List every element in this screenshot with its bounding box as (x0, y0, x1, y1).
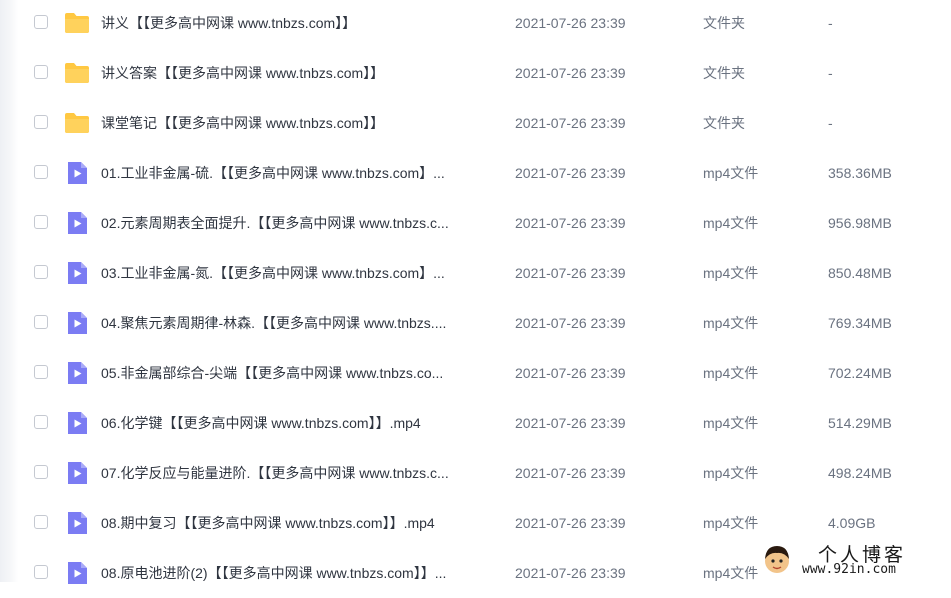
row-checkbox[interactable] (34, 565, 48, 579)
folder-icon (64, 10, 90, 36)
file-date: 2021-07-26 23:39 (515, 65, 626, 81)
video-file-icon (64, 410, 90, 436)
video-file-icon (64, 510, 90, 536)
file-row[interactable]: 讲义答案【【更多高中网课 www.tnbzs.com】】 2021-07-26 … (0, 48, 951, 98)
watermark-url: www.92in.com (802, 562, 896, 577)
file-type: 文件夹 (703, 15, 745, 31)
row-checkbox[interactable] (34, 515, 48, 529)
file-name[interactable]: 04.聚焦元素周期律-林森.【【更多高中网课 www.tnbzs.... (101, 313, 493, 333)
file-name[interactable]: 08.原电池进阶(2)【【更多高中网课 www.tnbzs.com】】... (101, 563, 493, 583)
file-size: 358.36MB (828, 165, 892, 181)
file-type: mp4文件 (703, 165, 759, 181)
file-date: 2021-07-26 23:39 (515, 465, 626, 481)
row-checkbox[interactable] (34, 115, 48, 129)
file-size: - (828, 115, 833, 131)
row-checkbox[interactable] (34, 65, 48, 79)
file-size: 498.24MB (828, 465, 892, 481)
file-row[interactable]: 01.工业非金属-硫.【【更多高中网课 www.tnbzs.com】... 20… (0, 148, 951, 198)
file-name[interactable]: 02.元素周期表全面提升.【【更多高中网课 www.tnbzs.c... (101, 213, 493, 233)
file-name[interactable]: 课堂笔记【【更多高中网课 www.tnbzs.com】】 (101, 113, 493, 133)
folder-icon (64, 110, 90, 136)
video-file-icon (64, 160, 90, 186)
file-row[interactable]: 讲义【【更多高中网课 www.tnbzs.com】】 2021-07-26 23… (0, 0, 951, 48)
file-size: - (828, 15, 833, 31)
file-row[interactable]: 06.化学键【【更多高中网课 www.tnbzs.com】】.mp4 2021-… (0, 398, 951, 448)
file-type: mp4文件 (703, 515, 759, 531)
file-name[interactable]: 05.非金属部综合-尖端【【更多高中网课 www.tnbzs.co... (101, 363, 493, 383)
file-type: mp4文件 (703, 315, 759, 331)
file-size: 850.48MB (828, 265, 892, 281)
watermark: 个人博客 www.92in.com (758, 540, 951, 582)
row-checkbox[interactable] (34, 165, 48, 179)
file-type: mp4文件 (703, 465, 759, 481)
file-row[interactable]: 03.工业非金属-氮.【【更多高中网课 www.tnbzs.com】... 20… (0, 248, 951, 298)
file-date: 2021-07-26 23:39 (515, 115, 626, 131)
row-checkbox[interactable] (34, 265, 48, 279)
file-type: mp4文件 (703, 415, 759, 431)
row-checkbox[interactable] (34, 465, 48, 479)
file-row[interactable]: 05.非金属部综合-尖端【【更多高中网课 www.tnbzs.co... 202… (0, 348, 951, 398)
file-type: mp4文件 (703, 365, 759, 381)
file-name[interactable]: 03.工业非金属-氮.【【更多高中网课 www.tnbzs.com】... (101, 263, 493, 283)
file-date: 2021-07-26 23:39 (515, 415, 626, 431)
file-row[interactable]: 课堂笔记【【更多高中网课 www.tnbzs.com】】 2021-07-26 … (0, 98, 951, 148)
file-name[interactable]: 07.化学反应与能量进阶.【【更多高中网课 www.tnbzs.c... (101, 463, 493, 483)
file-size: 514.29MB (828, 415, 892, 431)
video-file-icon (64, 460, 90, 486)
video-file-icon (64, 210, 90, 236)
file-date: 2021-07-26 23:39 (515, 165, 626, 181)
file-type: mp4文件 (703, 215, 759, 231)
file-name[interactable]: 06.化学键【【更多高中网课 www.tnbzs.com】】.mp4 (101, 413, 493, 433)
avatar-logo-icon (765, 546, 789, 573)
file-type: mp4文件 (703, 265, 759, 281)
folder-icon (64, 60, 90, 86)
row-checkbox[interactable] (34, 415, 48, 429)
file-date: 2021-07-26 23:39 (515, 265, 626, 281)
file-name[interactable]: 讲义【【更多高中网课 www.tnbzs.com】】 (101, 13, 493, 33)
file-size: - (828, 65, 833, 81)
file-name[interactable]: 讲义答案【【更多高中网课 www.tnbzs.com】】 (101, 63, 493, 83)
file-size: 956.98MB (828, 215, 892, 231)
row-checkbox[interactable] (34, 315, 48, 329)
file-row[interactable]: 07.化学反应与能量进阶.【【更多高中网课 www.tnbzs.c... 202… (0, 448, 951, 498)
row-checkbox[interactable] (34, 15, 48, 29)
file-date: 2021-07-26 23:39 (515, 365, 626, 381)
file-date: 2021-07-26 23:39 (515, 215, 626, 231)
row-checkbox[interactable] (34, 215, 48, 229)
video-file-icon (64, 360, 90, 386)
file-type: 文件夹 (703, 65, 745, 81)
file-date: 2021-07-26 23:39 (515, 315, 626, 331)
file-type: 文件夹 (703, 115, 745, 131)
video-file-icon (64, 560, 90, 586)
file-type: mp4文件 (703, 565, 759, 581)
row-checkbox[interactable] (34, 365, 48, 379)
file-size: 769.34MB (828, 315, 892, 331)
file-row[interactable]: 02.元素周期表全面提升.【【更多高中网课 www.tnbzs.c... 202… (0, 198, 951, 248)
video-file-icon (64, 310, 90, 336)
file-size: 4.09GB (828, 515, 876, 531)
file-date: 2021-07-26 23:39 (515, 515, 626, 531)
file-date: 2021-07-26 23:39 (515, 15, 626, 31)
video-file-icon (64, 260, 90, 286)
file-list: 讲义【【更多高中网课 www.tnbzs.com】】 2021-07-26 23… (0, 0, 951, 598)
file-row[interactable]: 04.聚焦元素周期律-林森.【【更多高中网课 www.tnbzs.... 202… (0, 298, 951, 348)
file-name[interactable]: 08.期中复习【【更多高中网课 www.tnbzs.com】】.mp4 (101, 513, 493, 533)
file-name[interactable]: 01.工业非金属-硫.【【更多高中网课 www.tnbzs.com】... (101, 163, 493, 183)
file-size: 702.24MB (828, 365, 892, 381)
file-date: 2021-07-26 23:39 (515, 565, 626, 581)
